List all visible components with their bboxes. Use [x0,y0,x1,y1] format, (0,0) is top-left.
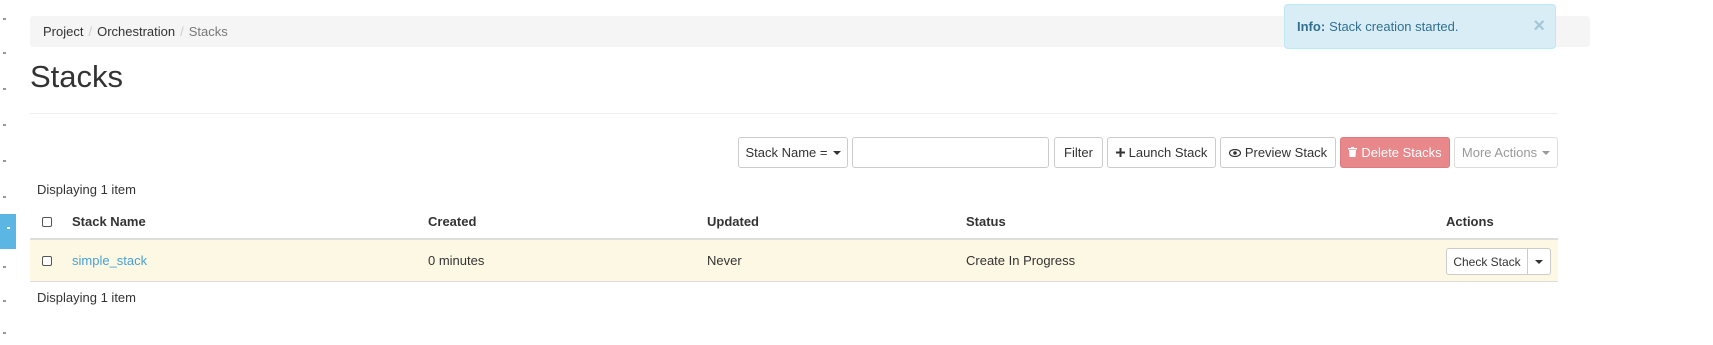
breadcrumb-orchestration[interactable]: Orchestration [97,24,175,39]
row-checkbox[interactable] [42,256,52,266]
nav-tick[interactable] [3,88,6,90]
left-nav-rail [0,0,18,345]
nav-item-active[interactable] [0,214,16,249]
cell-status: Create In Progress [966,253,1076,268]
breadcrumb-separator: / [88,24,93,39]
cell-created: 0 minutes [428,253,485,268]
row-actions-dropdown[interactable] [1527,248,1551,275]
delete-stacks-label: Delete Stacks [1361,145,1442,160]
nav-tick[interactable] [3,266,6,268]
column-header-status[interactable]: Status [966,214,1006,229]
column-header-stack-name[interactable]: Stack Name [72,214,146,229]
launch-stack-button[interactable]: Launch Stack [1107,137,1216,168]
preview-stack-button[interactable]: Preview Stack [1220,137,1336,168]
nav-tick[interactable] [3,332,6,334]
check-stack-button[interactable]: Check Stack [1446,248,1528,275]
alert-label: Info: [1297,19,1326,34]
alert-message: Stack creation started. [1329,19,1459,34]
nav-tick[interactable] [3,300,6,302]
caret-down-icon [1542,150,1551,155]
breadcrumb-stacks: Stacks [188,24,228,39]
nav-tick[interactable] [3,52,6,54]
delete-stacks-button[interactable]: Delete Stacks [1340,137,1450,168]
page-title: Stacks [30,59,124,94]
filter-input[interactable] [852,137,1049,168]
nav-tick[interactable] [3,196,6,198]
filter-field-dropdown[interactable]: Stack Name = [738,137,848,168]
column-header-updated[interactable]: Updated [707,214,759,229]
eye-icon [1228,146,1241,160]
breadcrumb-project[interactable]: Project [43,24,83,39]
filter-field-label: Stack Name = [745,145,828,160]
header-divider [30,113,1558,114]
item-count-bottom: Displaying 1 item [37,290,136,305]
stack-name-link[interactable]: simple_stack [72,253,147,268]
more-actions-button[interactable]: More Actions [1454,137,1558,168]
preview-stack-label: Preview Stack [1244,145,1328,160]
nav-tick[interactable] [3,160,6,162]
breadcrumb-separator: / [180,24,184,39]
cell-updated: Never [707,253,742,268]
stack-name-link-text[interactable]: simple_stack [72,253,147,268]
caret-down-icon [832,150,841,155]
column-header-created[interactable]: Created [428,214,476,229]
table-row [30,240,1558,282]
column-header-actions: Actions [1446,214,1494,229]
select-all-checkbox[interactable] [42,217,52,227]
close-icon[interactable]: × [1533,16,1545,36]
filter-button[interactable]: Filter [1054,137,1103,168]
plus-icon [1115,146,1125,160]
more-actions-label: More Actions [1461,145,1538,160]
caret-down-icon [1535,259,1543,264]
item-count-top: Displaying 1 item [37,182,136,197]
nav-tick[interactable] [3,18,6,20]
nav-tick[interactable] [3,124,6,126]
trash-icon [1348,146,1358,160]
info-alert: Info: Stack creation started. × [1284,4,1556,49]
launch-stack-label: Launch Stack [1128,145,1208,160]
